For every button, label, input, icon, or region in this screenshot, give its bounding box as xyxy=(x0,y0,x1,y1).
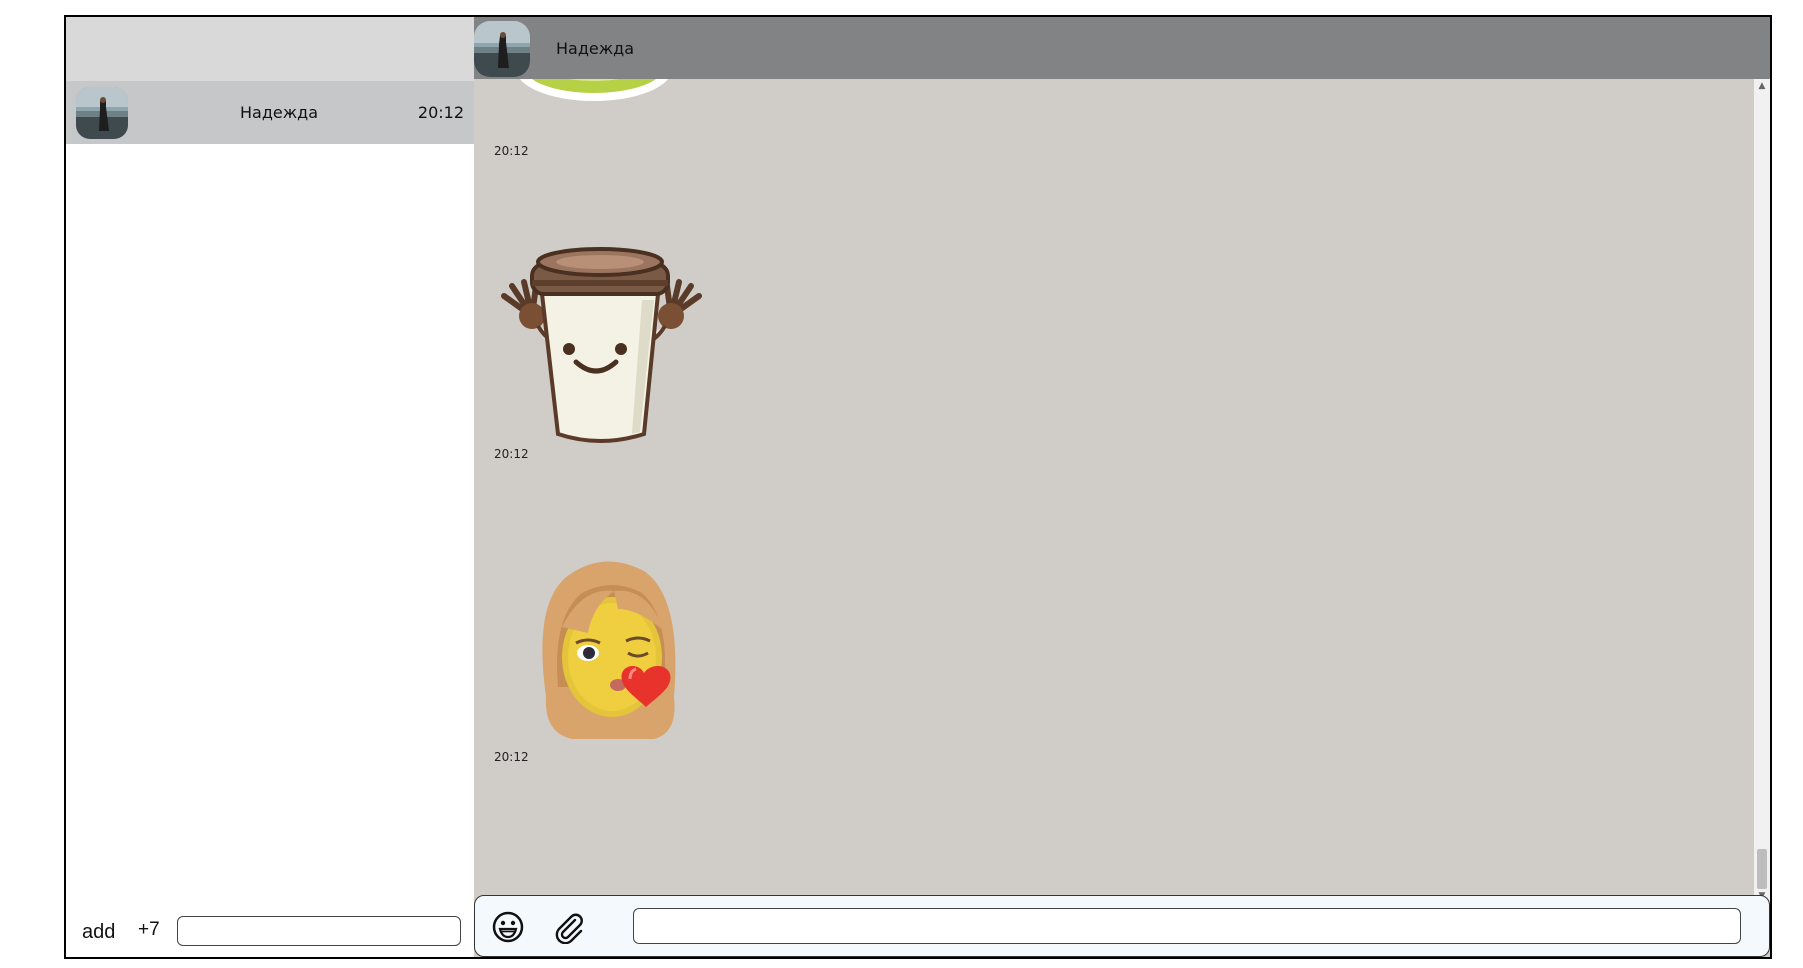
country-code: +7 xyxy=(138,919,160,940)
message-time: 20:12 xyxy=(494,750,529,764)
sticker-message xyxy=(542,561,676,739)
app-window: Надежда 20:12 add +7 Надежда 20:12 20:12… xyxy=(64,15,1772,959)
message-input[interactable] xyxy=(633,908,1741,944)
chat-list-item[interactable]: Надежда 20:12 xyxy=(66,81,474,144)
scroll-up-arrow-icon[interactable]: ▲ xyxy=(1754,79,1770,93)
message-time: 20:12 xyxy=(494,447,529,461)
chat-title: Надежда xyxy=(556,39,635,58)
message-composer xyxy=(474,895,1770,957)
sticker-message xyxy=(501,247,702,443)
sidebar: Надежда 20:12 add +7 xyxy=(66,17,474,957)
message-time: 20:12 xyxy=(494,144,529,158)
avatar xyxy=(76,87,128,139)
phone-input[interactable] xyxy=(177,916,461,946)
message-scrollbar[interactable]: ▲ ▼ xyxy=(1754,79,1770,903)
add-contact-bar: add +7 xyxy=(66,897,474,957)
scroll-thumb[interactable] xyxy=(1757,849,1767,889)
message-list[interactable]: 20:12 20:12 20:12 xyxy=(474,79,1770,903)
emoji-icon[interactable] xyxy=(491,910,525,944)
sidebar-header xyxy=(66,17,474,81)
chat-panel: Надежда 20:12 20:12 20:12 ▲ xyxy=(474,17,1770,957)
sticker-message xyxy=(519,79,669,101)
chat-header: Надежда xyxy=(474,17,1770,79)
avatar xyxy=(474,21,530,77)
paperclip-icon[interactable] xyxy=(551,910,585,944)
chat-name: Надежда xyxy=(240,103,319,122)
add-button[interactable]: add xyxy=(82,921,115,944)
chat-time: 20:12 xyxy=(417,103,464,122)
